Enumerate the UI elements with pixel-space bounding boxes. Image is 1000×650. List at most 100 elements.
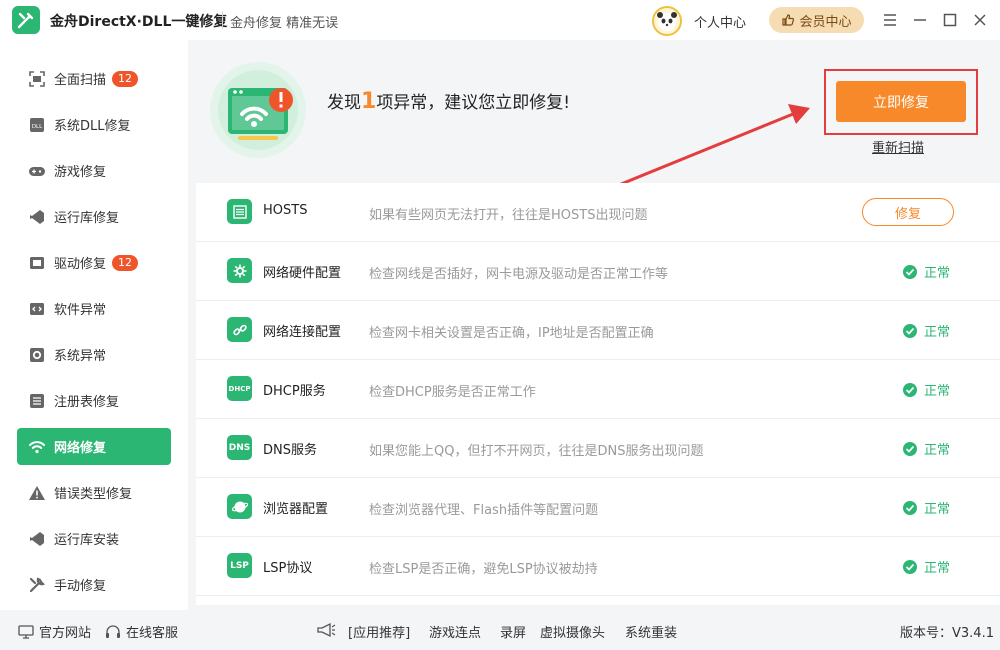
warning-icon bbox=[27, 483, 47, 503]
code-window-icon bbox=[27, 299, 47, 319]
personal-center-link[interactable]: 个人中心 bbox=[694, 12, 746, 31]
headset-icon bbox=[106, 624, 120, 638]
sidebar-item-label: 游戏修复 bbox=[54, 165, 107, 180]
vip-center-button[interactable]: 会员中心 bbox=[769, 7, 864, 33]
status-normal: 正常 bbox=[902, 380, 950, 399]
footer-link-system-reinstall[interactable]: 系统重装 bbox=[625, 622, 677, 641]
sidebar-item-label: 注册表修复 bbox=[54, 395, 120, 410]
lsp-icon: LSP bbox=[227, 553, 252, 578]
sidebar-item-runtime-install[interactable]: 运行库安装 bbox=[17, 520, 171, 557]
status-label: 正常 bbox=[924, 384, 951, 399]
monitor-icon bbox=[18, 624, 34, 639]
sidebar-item-registry-list[interactable]: 注册表修复 bbox=[17, 382, 171, 419]
headline-suffix: 项异常，建议您立即修复! bbox=[376, 93, 571, 113]
status-label: 正常 bbox=[924, 443, 951, 458]
dll-icon: DLL bbox=[27, 115, 47, 135]
sidebar-item-scan[interactable]: 全面扫描 12 bbox=[17, 60, 171, 97]
online-service-label: 在线客服 bbox=[126, 626, 179, 641]
link-icon bbox=[227, 317, 252, 342]
sidebar-item-label: 运行库修复 bbox=[54, 211, 120, 226]
sidebar-item-label: 系统异常 bbox=[54, 349, 107, 364]
rescan-link[interactable]: 重新扫描 bbox=[872, 137, 924, 156]
gear-box-icon bbox=[27, 345, 47, 365]
app-slogan: 金舟修复 精准无误 bbox=[230, 16, 339, 31]
item-description: 检查DHCP服务是否正常工作 bbox=[369, 385, 536, 400]
title-bar: 金舟DirectX·DLL一键修复 金舟修复 精准无误 个人中心 会员中心 bbox=[0, 0, 1000, 40]
status-normal: 正常 bbox=[902, 498, 950, 517]
runtime-install-icon bbox=[27, 529, 47, 549]
official-site-label: 官方网站 bbox=[39, 626, 92, 641]
sidebar-item-label: 错误类型修复 bbox=[54, 487, 133, 502]
status-label: 正常 bbox=[924, 266, 951, 281]
menu-icon[interactable] bbox=[880, 10, 900, 30]
status-normal: 正常 bbox=[902, 262, 950, 281]
item-name: DNS服务 bbox=[263, 443, 317, 458]
sidebar-item-dll[interactable]: DLL 系统DLL修复 bbox=[17, 106, 171, 143]
row-lsp: LSP LSP协议 检查LSP是否正确，避免LSP协议被劫持 正常 bbox=[196, 537, 1000, 596]
item-description: 检查网卡相关设置是否正确，IP地址是否配置正确 bbox=[369, 326, 654, 341]
sidebar-item-wifi[interactable]: 网络修复 bbox=[17, 428, 171, 465]
fix-button[interactable]: 修复 bbox=[862, 198, 954, 226]
version-label: 版本号：V3.4.1 bbox=[900, 626, 994, 641]
wrench-icon bbox=[27, 575, 47, 595]
scan-icon bbox=[27, 69, 47, 89]
check-circle-icon bbox=[903, 500, 917, 515]
close-icon[interactable] bbox=[970, 10, 990, 30]
row-browser-config: 浏览器配置 检查浏览器代理、Flash插件等配置问题 正常 bbox=[196, 478, 1000, 537]
footer-link-virtual-camera[interactable]: 虚拟摄像头 bbox=[540, 622, 605, 641]
maximize-icon[interactable] bbox=[940, 10, 960, 30]
row-dns: DNS DNS服务 如果您能上QQ，但打不开网页，往往是DNS服务出现问题 正常 bbox=[196, 419, 1000, 478]
hosts-icon bbox=[227, 199, 252, 224]
check-item-list: HOSTS 如果有些网页无法打开，往往是HOSTS出现问题 修复 网络硬件配置 检查网线… bbox=[196, 183, 1000, 605]
sidebar: 全面扫描 12 DLL 系统DLL修复 游戏修复运行库修复驱动修复 12 软件异常系统异常注… bbox=[0, 40, 188, 610]
count-badge: 12 bbox=[112, 70, 139, 87]
footer-link-screen-record[interactable]: 录屏 bbox=[500, 622, 526, 641]
gamepad-icon bbox=[27, 161, 47, 181]
scan-result-header: 发现1项异常，建议您立即修复! 立即修复 重新扫描 bbox=[196, 40, 1000, 206]
panda-avatar-icon bbox=[657, 12, 677, 31]
check-circle-icon bbox=[903, 382, 917, 397]
fix-now-button[interactable]: 立即修复 bbox=[836, 81, 966, 122]
item-description: 如果您能上QQ，但打不开网页，往往是DNS服务出现问题 bbox=[369, 444, 704, 459]
footer-bar: 官方网站 在线客服 [应用推荐] 游戏连点 录屏 虚拟摄像头 系统重装 版本号：… bbox=[0, 610, 1000, 650]
headline-prefix: 发现 bbox=[327, 93, 361, 113]
sidebar-item-gamepad[interactable]: 游戏修复 bbox=[17, 152, 171, 189]
minimize-icon[interactable] bbox=[910, 10, 930, 30]
check-circle-icon bbox=[903, 323, 917, 338]
status-label: 正常 bbox=[924, 561, 951, 576]
item-name: DHCP服务 bbox=[263, 384, 326, 399]
main-panel: 发现1项异常，建议您立即修复! 立即修复 重新扫描 HOSTS 如果有些网页无法打… bbox=[196, 40, 1000, 610]
dns-icon: DNS bbox=[227, 435, 252, 460]
item-description: 检查LSP是否正确，避免LSP协议被劫持 bbox=[369, 562, 598, 577]
sidebar-item-runtime[interactable]: 运行库修复 bbox=[17, 198, 171, 235]
title-divider bbox=[222, 11, 223, 29]
row-hosts: HOSTS 如果有些网页无法打开，往往是HOSTS出现问题 修复 bbox=[196, 183, 1000, 242]
footer-link-autoclick[interactable]: 游戏连点 bbox=[429, 622, 481, 641]
sidebar-item-warning[interactable]: 错误类型修复 bbox=[17, 474, 171, 511]
app-recommend-label: [应用推荐] bbox=[348, 626, 411, 641]
sidebar-item-label: 全面扫描 bbox=[54, 73, 107, 88]
user-avatar[interactable] bbox=[652, 6, 682, 36]
row-network-connection: 网络连接配置 检查网卡相关设置是否正确，IP地址是否配置正确 正常 bbox=[196, 301, 1000, 360]
sidebar-item-wrench[interactable]: 手动修复 bbox=[17, 566, 171, 603]
sidebar-item-driver[interactable]: 驱动修复 12 bbox=[17, 244, 171, 281]
item-name: 网络连接配置 bbox=[263, 325, 342, 340]
status-normal: 正常 bbox=[902, 321, 950, 340]
hardware-gear-icon bbox=[227, 258, 252, 283]
count-badge: 12 bbox=[112, 254, 139, 271]
sidebar-item-label: 网络修复 bbox=[54, 441, 107, 456]
row-network-hardware: 网络硬件配置 检查网线是否插好，网卡电源及驱动是否正常工作等 正常 bbox=[196, 242, 1000, 301]
online-service-link[interactable]: 在线客服 bbox=[105, 622, 178, 641]
sidebar-item-gear-box[interactable]: 系统异常 bbox=[17, 336, 171, 373]
sidebar-item-code-window[interactable]: 软件异常 bbox=[17, 290, 171, 327]
official-site-link[interactable]: 官方网站 bbox=[18, 622, 91, 641]
thumbs-up-icon bbox=[782, 14, 795, 26]
check-circle-icon bbox=[903, 264, 917, 279]
item-description: 检查浏览器代理、Flash插件等配置问题 bbox=[369, 503, 599, 518]
sidebar-item-label: 系统DLL修复 bbox=[54, 119, 131, 134]
sidebar-item-label: 驱动修复 bbox=[54, 257, 107, 272]
status-label: 正常 bbox=[924, 502, 951, 517]
megaphone-icon bbox=[316, 622, 336, 638]
sidebar-item-label: 软件异常 bbox=[54, 303, 107, 318]
svg-text:DLL: DLL bbox=[32, 124, 43, 130]
